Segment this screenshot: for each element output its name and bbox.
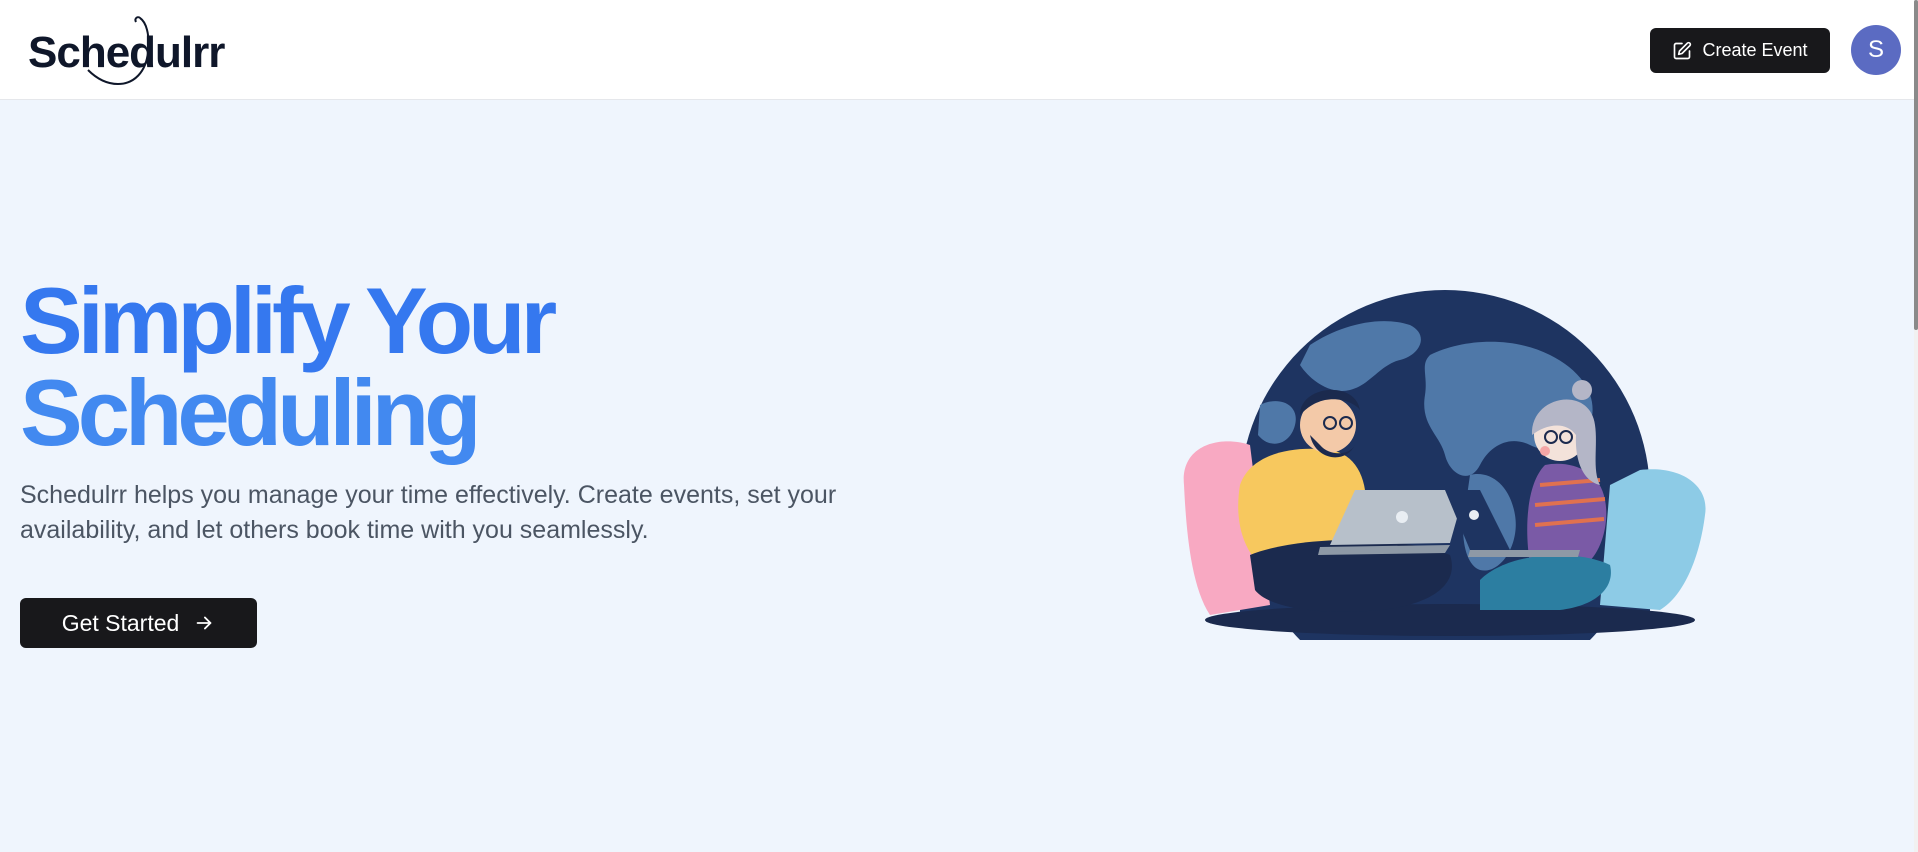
- arrow-right-icon: [196, 616, 212, 630]
- get-started-label: Get Started: [61, 609, 180, 636]
- hero-illustration: [1183, 285, 1706, 640]
- top-navbar: Schedulrr Create Event S: [0, 0, 1914, 100]
- create-event-label: Create Event: [1702, 40, 1808, 60]
- hero-title: Simplify Your Scheduling: [20, 268, 720, 465]
- scrollbar-thumb[interactable]: [1914, 0, 1918, 330]
- pen-square-icon: [1674, 41, 1692, 59]
- avatar-initial: S: [1867, 36, 1884, 63]
- create-event-button[interactable]: Create Event: [1650, 28, 1830, 73]
- page-scrollbar[interactable]: [1914, 0, 1918, 852]
- hero-title-line1: Simplify Your: [20, 268, 557, 373]
- get-started-button[interactable]: Get Started: [20, 598, 257, 648]
- hero-description: Schedulrr helps you manage your time eff…: [20, 481, 837, 544]
- hero-title-line2: Scheduling: [20, 360, 482, 465]
- phone-cord-icon: [87, 16, 150, 86]
- user-avatar[interactable]: S: [1851, 25, 1901, 75]
- logo[interactable]: Schedulrr: [26, 14, 225, 88]
